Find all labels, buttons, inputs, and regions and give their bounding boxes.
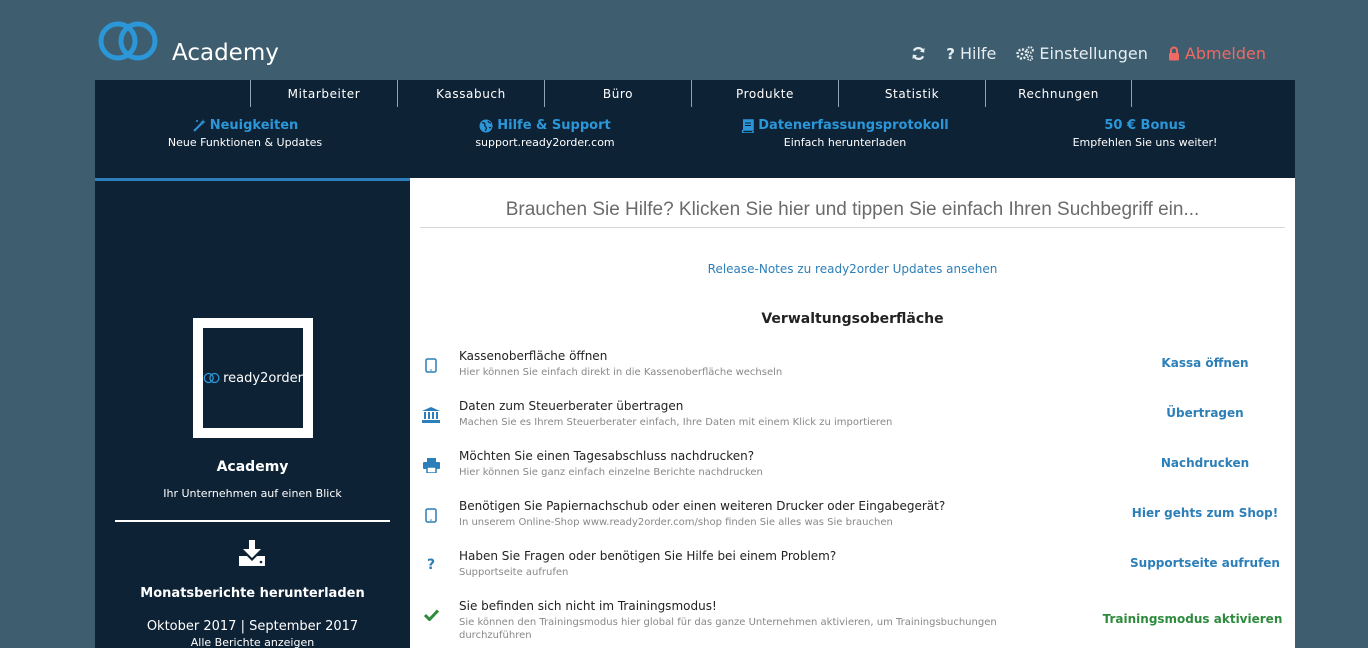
reprint-button[interactable]: Nachdrucken xyxy=(1125,456,1285,470)
nav-item-produkte[interactable]: Produkte xyxy=(691,80,838,107)
nav-item-rechnungen[interactable]: Rechnungen xyxy=(985,80,1132,107)
check-icon xyxy=(422,606,440,624)
app-title: Academy xyxy=(172,40,279,66)
list-item: Daten zum Steuerberater übertragen Mache… xyxy=(410,396,1295,446)
help-button[interactable]: ? Hilfe xyxy=(946,44,996,63)
monthly-reports-links[interactable]: Oktober 2017 | September 2017 xyxy=(95,619,410,634)
feature-protocol-subtitle: Einfach herunterladen xyxy=(783,136,907,149)
action-list: Kassenoberfläche öffnen Hier können Sie … xyxy=(410,346,1295,646)
feature-bonus[interactable]: 50 € Bonus Empfehlen Sie uns weiter! xyxy=(995,118,1295,178)
row-title: Kassenoberfläche öffnen xyxy=(459,349,608,363)
feature-news-title-row: Neuigkeiten xyxy=(95,118,395,133)
feature-protocol[interactable]: Datenerfassungsprotokoll Einfach herunte… xyxy=(695,118,995,178)
book-icon xyxy=(742,118,755,133)
main-panel: Mitarbeiter Kassabuch Büro Produkte Stat… xyxy=(95,80,1295,648)
row-title: Haben Sie Fragen oder benötigen Sie Hilf… xyxy=(459,549,837,563)
feature-news-title: Neuigkeiten xyxy=(209,118,299,133)
feature-support-title: Hilfe & Support xyxy=(497,118,611,133)
list-item: Möchten Sie einen Tagesabschluss nachdru… xyxy=(410,446,1295,496)
settings-label: Einstellungen xyxy=(1039,44,1148,63)
feature-bonus-title-row: 50 € Bonus xyxy=(995,118,1295,133)
feature-support[interactable]: Hilfe & Support support.ready2order.com xyxy=(395,118,695,178)
monthly-reports-title: Monatsberichte herunterladen xyxy=(140,586,365,601)
sidebar-divider xyxy=(115,520,390,522)
globe-icon xyxy=(479,119,493,132)
section-title: Verwaltungsoberfläche xyxy=(761,311,944,327)
ready2order-logo-icon[interactable] xyxy=(97,18,159,64)
row-description: Machen Sie es Ihrem Steuerberater einfac… xyxy=(459,417,893,428)
download-icon[interactable] xyxy=(238,540,266,566)
activate-training-button[interactable]: Trainingsmodus aktivieren xyxy=(1100,612,1285,626)
row-description: Hier können Sie ganz einfach einzelne Be… xyxy=(459,467,763,478)
feature-protocol-title-row: Datenerfassungsprotokoll xyxy=(695,118,995,133)
bank-icon xyxy=(422,406,440,424)
company-name: Academy xyxy=(216,459,289,475)
nav-item-kassabuch[interactable]: Kassabuch xyxy=(397,80,544,107)
printer-icon xyxy=(422,456,440,474)
feature-news[interactable]: Neuigkeiten Neue Funktionen & Updates xyxy=(95,118,395,178)
logout-button[interactable]: Abmelden xyxy=(1168,44,1266,63)
feature-bonus-title: 50 € Bonus xyxy=(1104,118,1186,133)
feature-links: Neuigkeiten Neue Funktionen & Updates Hi… xyxy=(95,118,1295,178)
list-item: Benötigen Sie Papiernachschub oder einen… xyxy=(410,496,1295,546)
main-nav: Mitarbeiter Kassabuch Büro Produkte Stat… xyxy=(250,80,1132,107)
gears-icon xyxy=(1016,46,1035,61)
company-logo-inner: ready2order xyxy=(203,328,303,428)
ready2order-logo-icon xyxy=(203,372,220,384)
open-register-button[interactable]: Kassa öffnen xyxy=(1125,356,1285,370)
feature-bonus-subtitle: Empfehlen Sie uns weiter! xyxy=(1072,136,1218,149)
row-description: In unserem Online-Shop www.ready2order.c… xyxy=(459,517,893,528)
list-item: ? Haben Sie Fragen oder benötigen Sie Hi… xyxy=(410,546,1295,596)
row-title: Möchten Sie einen Tagesabschluss nachdru… xyxy=(459,449,755,463)
refresh-icon xyxy=(912,46,925,61)
list-item: Sie befinden sich nicht im Trainingsmodu… xyxy=(410,596,1295,646)
sidebar: ready2order Academy Ihr Unternehmen auf … xyxy=(95,178,410,648)
row-description: Supportseite aufrufen xyxy=(459,567,569,578)
question-icon: ? xyxy=(946,44,955,63)
company-logo-text: ready2order xyxy=(223,370,303,386)
company-logo[interactable]: ready2order xyxy=(193,318,313,438)
feature-news-subtitle: Neue Funktionen & Updates xyxy=(167,136,323,149)
feature-support-subtitle: support.ready2order.com xyxy=(475,136,615,149)
settings-button[interactable]: Einstellungen xyxy=(1016,44,1148,63)
nav-item-buero[interactable]: Büro xyxy=(544,80,691,107)
row-description: Sie können den Trainingsmodus hier globa… xyxy=(459,617,997,641)
support-page-button[interactable]: Supportseite aufrufen xyxy=(1125,556,1285,570)
content-area: Release-Notes zu ready2order Updates ans… xyxy=(410,178,1295,648)
top-actions: ? Hilfe Einstellungen Abmelden xyxy=(911,44,1266,63)
question-icon: ? xyxy=(426,557,436,573)
magic-wand-icon xyxy=(192,118,206,132)
all-reports-link[interactable]: Alle Berichte anzeigen xyxy=(95,636,410,648)
feature-support-title-row: Hilfe & Support xyxy=(395,118,695,133)
help-label: Hilfe xyxy=(960,44,997,63)
transfer-button[interactable]: Übertragen xyxy=(1125,406,1285,420)
row-description: Hier können Sie einfach direkt in die Ka… xyxy=(459,367,783,378)
list-item: Kassenoberfläche öffnen Hier können Sie … xyxy=(410,346,1295,396)
refresh-button[interactable] xyxy=(911,46,926,61)
top-bar: Academy ? Hilfe Einstellungen Abmelden xyxy=(0,0,1368,80)
company-subtitle: Ihr Unternehmen auf einen Blick xyxy=(163,487,342,500)
tablet-icon xyxy=(422,356,440,374)
row-title: Daten zum Steuerberater übertragen xyxy=(459,399,684,413)
tablet-icon xyxy=(422,506,440,524)
logout-label: Abmelden xyxy=(1184,44,1266,63)
feature-protocol-title: Datenerfassungsprotokoll xyxy=(758,118,949,133)
release-notes-link[interactable]: Release-Notes zu ready2order Updates ans… xyxy=(410,262,1295,276)
lock-icon xyxy=(1168,46,1179,61)
row-title: Sie befinden sich nicht im Trainingsmodu… xyxy=(459,599,717,613)
nav-item-mitarbeiter[interactable]: Mitarbeiter xyxy=(250,80,397,107)
help-search-input[interactable] xyxy=(420,192,1285,228)
shop-button[interactable]: Hier gehts zum Shop! xyxy=(1125,506,1285,520)
row-title: Benötigen Sie Papiernachschub oder einen… xyxy=(459,499,946,513)
sidebar-accent-bar xyxy=(95,178,410,181)
nav-item-statistik[interactable]: Statistik xyxy=(838,80,985,107)
